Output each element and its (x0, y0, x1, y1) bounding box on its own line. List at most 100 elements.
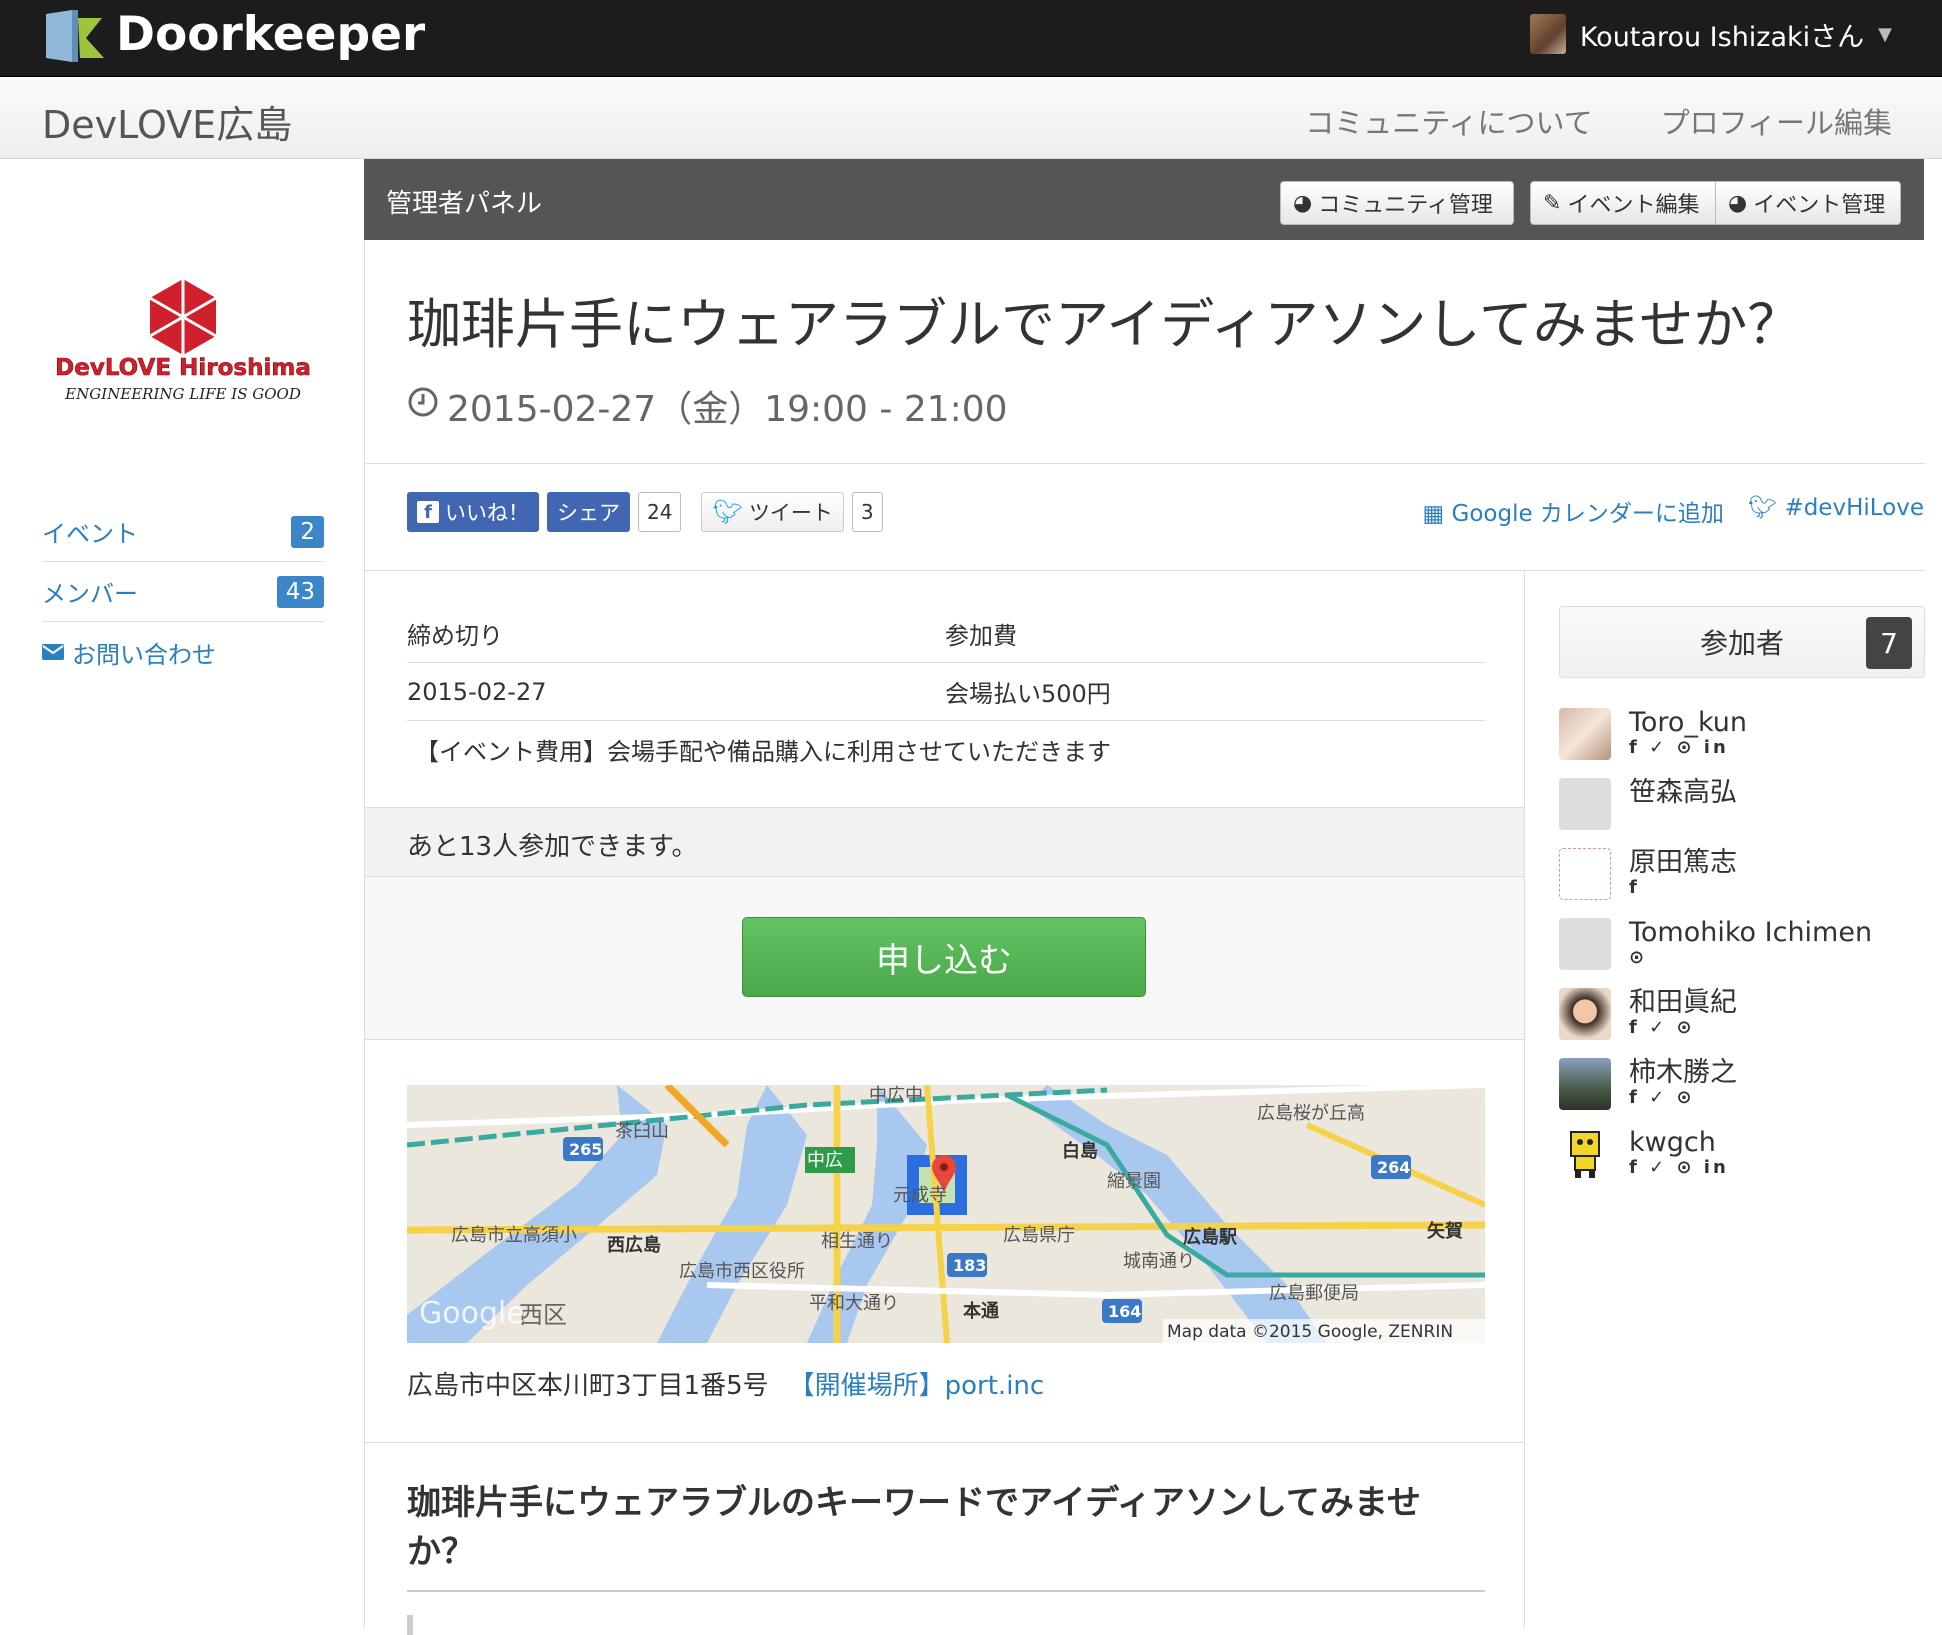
divider (365, 463, 1925, 464)
calendar-icon: ▦ (1422, 501, 1445, 527)
description-title: 珈琲片手にウェアラブルのキーワードでアイディアソンしてみませか？ (407, 1483, 1421, 1572)
divider (407, 1590, 1485, 1592)
social-icons: ⊙ (1629, 947, 1648, 968)
share-count: 24 (638, 492, 682, 532)
route-badge: 164 (1108, 1302, 1141, 1321)
facebook-icon: f (417, 501, 439, 523)
event-info-table: 締め切り 参加費 2015-02-27 会場払い500円 【イベント費用】会場手… (407, 605, 1485, 777)
button-label: イベント編集 (1567, 193, 1700, 218)
members-count-badge: 43 (276, 575, 324, 608)
map-label: 広島市立高須小 (451, 1225, 577, 1246)
events-count-badge: 2 (291, 515, 324, 548)
user-name: Koutarou Ishizakiさん (1579, 21, 1865, 53)
map-label: 縮景園 (1107, 1171, 1161, 1192)
map-label: 広島県庁 (1003, 1225, 1075, 1246)
map-label: 白島 (1062, 1140, 1098, 1162)
community-title[interactable]: DevLOVE広島 (42, 94, 292, 149)
map-label: 相生通り (821, 1231, 893, 1252)
event-datetime: 2015-02-27（金）19:00 - 21:00 (407, 380, 1008, 432)
map-label: 広島市西区役所 (679, 1261, 805, 1282)
participants-panel: 参加者 7 Toro_kun f ✓ ⊙ in 笹森高弘 原田篤志 f Tomo… (1559, 606, 1925, 1198)
google-calendar-link[interactable]: ▦ Google カレンダーに追加 (1422, 494, 1723, 528)
deadline-value: 2015-02-27 (407, 677, 547, 706)
doorkeeper-logo[interactable]: Doorkeeper (42, 4, 425, 64)
sidebar-item-label: メンバー (42, 580, 138, 608)
deadline-label: 締め切り (407, 622, 503, 650)
community-nav: コミュニティについて プロフィール編集 (1305, 100, 1892, 142)
map-label: 中広中 (869, 1085, 923, 1106)
twitter-bird-icon: 🐦︎ (712, 498, 743, 526)
participant-item[interactable]: Tomohiko Ichimen ⊙ (1559, 918, 1925, 988)
social-icons: f ✓ ⊙ in (1629, 1157, 1729, 1178)
map-label: 中広 (807, 1150, 843, 1171)
admin-panel-title: 管理者パネル (386, 189, 543, 219)
user-menu[interactable]: Koutarou Ishizakiさん ▼ (1529, 14, 1892, 54)
apply-button[interactable]: 申し込む (742, 917, 1146, 997)
apply-area: 申し込む (365, 877, 1524, 1040)
nav-about-community[interactable]: コミュニティについて (1305, 100, 1592, 142)
avatar (1559, 918, 1611, 970)
venue-map[interactable]: 中広中 広島桜が丘高 茶臼山 白島 中広 縮景園 元成寺 広島県庁 矢賀 広島市… (407, 1085, 1485, 1343)
google-map-logo: Google (419, 1296, 525, 1331)
participant-item[interactable]: 柿木勝之 f ✓ ⊙ (1559, 1058, 1925, 1128)
avatar (1559, 1128, 1611, 1180)
map-label: 広島駅 (1183, 1226, 1238, 1248)
blockquote-marker (407, 1615, 413, 1635)
event-content: 締め切り 参加費 2015-02-27 会場払い500円 【イベント費用】会場手… (365, 571, 1525, 1635)
participant-name: 和田眞紀 (1629, 987, 1737, 1018)
logo-line2: ENGINEERING LIFE IS GOOD (64, 385, 301, 403)
venue-link[interactable]: 【開催場所】port.inc (789, 1365, 1045, 1402)
map-attribution: Map data ©2015 Google, ZENRIN (1167, 1322, 1453, 1342)
event-main: 珈琲片手にウェアラブルでアイディアソンしてみませか？ 2015-02-27（金）… (364, 240, 1942, 1635)
participants-title: 参加者 (1699, 627, 1784, 660)
social-icons: f (1629, 877, 1640, 898)
fee-label: 参加費 (945, 622, 1017, 650)
map-label: 広島郵便局 (1269, 1283, 1359, 1304)
participant-item[interactable]: 笹森高弘 (1559, 778, 1925, 848)
avatar (1559, 1058, 1611, 1110)
edit-icon: ✎ (1543, 190, 1562, 216)
event-title: 珈琲片手にウェアラブルでアイディアソンしてみませか？ (407, 293, 1802, 356)
map-label: 城南通り (1123, 1251, 1195, 1272)
envelope-icon (42, 638, 64, 666)
participant-item[interactable]: Toro_kun f ✓ ⊙ in (1559, 708, 1925, 778)
participant-item[interactable]: 和田眞紀 f ✓ ⊙ (1559, 988, 1925, 1058)
participants-header[interactable]: 参加者 7 (1559, 606, 1925, 678)
top-navbar: Doorkeeper Koutarou Ishizakiさん ▼ (0, 0, 1942, 77)
button-label: コミュニティ管理 (1318, 193, 1493, 218)
facebook-like-button[interactable]: f いいね！ (407, 492, 539, 532)
user-avatar (1529, 14, 1566, 54)
map-label: 茶臼山 (615, 1121, 669, 1142)
manage-event-button[interactable]: ◕ イベント管理 (1715, 181, 1901, 225)
logo-line1: DevLOVE Hiroshima (55, 355, 311, 381)
avatar (1559, 988, 1611, 1040)
sidebar: DevLOVE Hiroshima ENGINEERING LIFE IS GO… (42, 159, 324, 1627)
hashtag-link[interactable]: 🐦︎ #devHiLove (1748, 494, 1924, 528)
participant-item[interactable]: 原田篤志 f (1559, 848, 1925, 918)
facebook-share-button[interactable]: シェア (547, 492, 630, 532)
event-links: ▦ Google カレンダーに追加 🐦︎ #devHiLove (1422, 494, 1924, 528)
admin-panel-bar: 管理者パネル ◕ コミュニティ管理 ✎ イベント編集 ◕ イベント管理 (364, 159, 1924, 240)
participant-name: 原田篤志 (1629, 847, 1737, 878)
tweet-count: 3 (851, 492, 883, 532)
fee-value: 会場払い500円 (945, 680, 1111, 708)
tweet-label: ツイート (748, 501, 833, 525)
doorkeeper-logo-icon (42, 8, 110, 62)
route-badge: 264 (1377, 1158, 1410, 1177)
community-manage-button[interactable]: ◕ コミュニティ管理 (1280, 181, 1514, 225)
remaining-seats: あと13人参加できます。 (365, 807, 1524, 877)
participant-item[interactable]: kwgch f ✓ ⊙ in (1559, 1128, 1925, 1198)
edit-event-button[interactable]: ✎ イベント編集 (1530, 181, 1716, 225)
sidebar-item-events[interactable]: イベント 2 (42, 502, 324, 562)
button-label: イベント管理 (1753, 193, 1886, 218)
participant-name: kwgch (1629, 1127, 1716, 1158)
sidebar-item-contact[interactable]: お問い合わせ (42, 622, 324, 682)
sidebar-item-members[interactable]: メンバー 43 (42, 562, 324, 622)
participant-name: Tomohiko Ichimen (1629, 917, 1873, 948)
community-logo[interactable]: DevLOVE Hiroshima ENGINEERING LIFE IS GO… (42, 277, 324, 427)
map-label: 西区 (519, 1301, 567, 1329)
avatar (1559, 708, 1611, 760)
venue-address: 広島市中区本川町3丁目1番5号 【開催場所】port.inc (407, 1365, 1044, 1402)
nav-edit-profile[interactable]: プロフィール編集 (1661, 100, 1892, 142)
tweet-button[interactable]: 🐦︎ ツイート (701, 492, 844, 532)
